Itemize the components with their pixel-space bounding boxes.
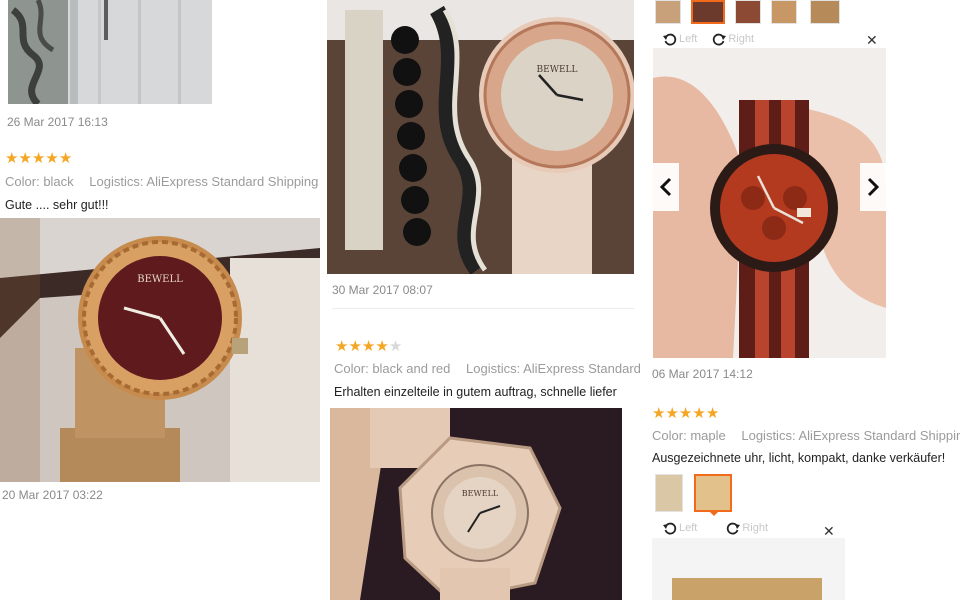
photo-thumbnail[interactable] — [771, 0, 797, 24]
rotate-right-button[interactable]: Right — [711, 31, 754, 47]
rotate-right-label: Right — [742, 522, 769, 534]
review-date: 26 Mar 2017 16:13 — [7, 115, 108, 129]
rotate-left-label: Left — [679, 33, 698, 45]
review-divider — [332, 308, 634, 309]
photo-red-chronograph-watch — [653, 48, 886, 358]
photo-watch-box-partial — [652, 538, 845, 600]
star-icon: ★ — [335, 338, 349, 355]
rotate-left-button[interactable]: Left — [662, 31, 697, 47]
logistics-label: Logistics: — [466, 361, 521, 376]
rating-stars: ★★★★★ — [652, 406, 719, 422]
active-thumbnail-pointer — [708, 510, 720, 516]
svg-text:BEWELL: BEWELL — [137, 274, 183, 285]
logistics-label: Logistics: — [741, 428, 796, 443]
review-photo-expanded[interactable] — [653, 48, 886, 358]
photo-thumbnail[interactable] — [735, 0, 761, 24]
photo-watch-in-box: BEWELL — [0, 218, 320, 482]
review-photo-watch-bracelets[interactable]: BEWELL — [327, 0, 634, 274]
photo-thumbnail-active[interactable] — [694, 474, 732, 512]
review-photo-wood-watch-box[interactable]: BEWELL — [0, 218, 320, 482]
star-icon: ★ — [652, 405, 666, 422]
logistics-value: AliExpress Standard Shipping — [146, 174, 319, 189]
chevron-left-icon — [659, 177, 672, 197]
chevron-right-icon — [867, 177, 880, 197]
star-empty-icon: ★ — [388, 338, 403, 355]
rotate-right-button[interactable]: Right — [725, 520, 768, 536]
photo-watch-with-bracelets: BEWELL — [327, 0, 634, 274]
review-photo-expanded[interactable] — [652, 538, 845, 600]
review-photo-top-left[interactable] — [8, 0, 212, 104]
star-icon: ★ — [348, 338, 362, 355]
rotate-left-button[interactable]: Left — [662, 520, 697, 536]
star-icon: ★ — [5, 150, 19, 167]
rotate-right-label: Right — [728, 33, 755, 45]
color-label: Color: — [5, 174, 40, 189]
prev-image-button[interactable] — [653, 163, 679, 211]
color-label: Color: — [652, 428, 687, 443]
star-icon: ★ — [58, 150, 73, 167]
svg-text:BEWELL: BEWELL — [537, 65, 578, 75]
star-icon: ★ — [31, 150, 46, 167]
review-text: Ausgezeichnete uhr, licht, kompakt, dank… — [652, 451, 946, 465]
photo-thumbnail-active[interactable] — [691, 0, 725, 24]
review-photo-octagon-watch[interactable]: BEWELL — [330, 408, 622, 600]
logistics-label: Logistics: — [89, 174, 144, 189]
review-meta: Color: black Logistics: AliExpress Stand… — [5, 174, 318, 189]
next-image-button[interactable] — [860, 163, 886, 211]
logistics-value: AliExpress Standard — [523, 361, 641, 376]
star-icon: ★ — [692, 405, 706, 422]
review-text: Erhalten einzelteile in gutem auftrag, s… — [334, 385, 617, 399]
star-icon: ★ — [665, 405, 679, 422]
review-date: 20 Mar 2017 03:22 — [2, 488, 103, 502]
photo-thumbnail[interactable] — [810, 0, 840, 24]
color-value: maple — [690, 428, 726, 443]
star-icon: ★ — [45, 150, 59, 167]
image-viewer-toolbar: Left Right — [662, 31, 882, 47]
color-value: black and red — [372, 361, 451, 376]
rotate-left-icon — [663, 33, 677, 46]
rating-stars: ★★★★★ — [335, 339, 402, 355]
rotate-right-icon — [727, 522, 741, 535]
star-icon: ★ — [18, 150, 32, 167]
photo-thumbnail[interactable] — [655, 474, 683, 512]
review-date: 06 Mar 2017 14:12 — [652, 367, 753, 381]
rotate-left-icon — [663, 522, 677, 535]
star-icon: ★ — [705, 405, 720, 422]
star-icon: ★ — [678, 405, 693, 422]
review-date: 30 Mar 2017 08:07 — [332, 283, 433, 297]
close-icon[interactable]: ✕ — [866, 32, 878, 49]
color-value: black — [43, 174, 74, 189]
review-meta: Color: maple Logistics: AliExpress Stand… — [652, 428, 960, 443]
photo-octagon-maple-watch: BEWELL — [330, 408, 622, 600]
rotate-right-icon — [713, 33, 727, 46]
image-viewer-toolbar: Left Right — [662, 520, 842, 536]
review-text: Gute .... sehr gut!!! — [5, 198, 109, 212]
color-label: Color: — [334, 361, 369, 376]
photo-thumbnail[interactable] — [655, 0, 681, 24]
star-icon: ★ — [375, 338, 389, 355]
review-meta: Color: black and red Logistics: AliExpre… — [334, 361, 641, 376]
logistics-value: AliExpress Standard Shipping — [798, 428, 960, 443]
star-icon: ★ — [361, 338, 376, 355]
photo-curtain-image — [8, 0, 212, 104]
rating-stars: ★★★★★ — [5, 151, 72, 167]
rotate-left-label: Left — [679, 522, 698, 534]
svg-text:BEWELL: BEWELL — [462, 489, 499, 498]
